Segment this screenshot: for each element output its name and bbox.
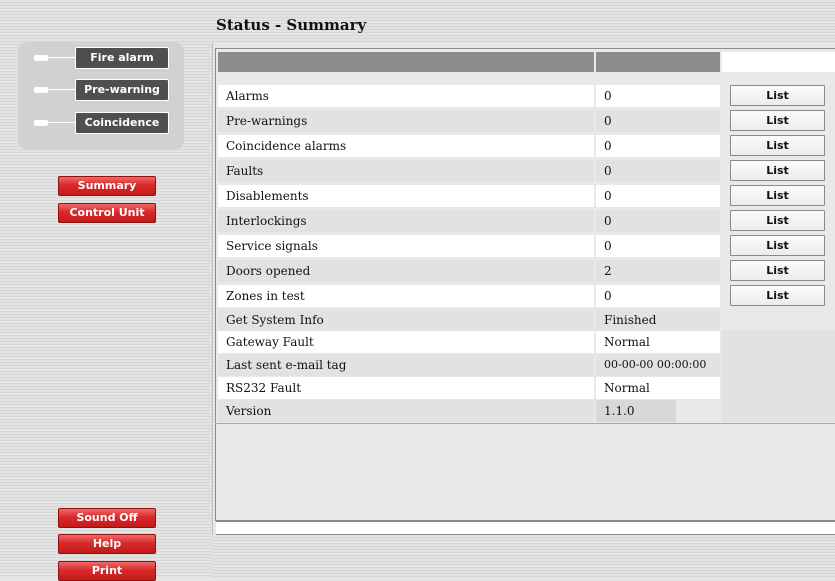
row-label: Zones in test [218,285,594,307]
status-footer-bar [216,521,835,535]
row-value: 0 [596,135,720,157]
row-label: Last sent e-mail tag [218,354,594,376]
row-label: RS232 Fault [218,377,594,399]
row-value: Normal [596,331,720,353]
pre-warning-label: Pre-warning [75,79,169,101]
table-row-faults: Faults 0 List [218,160,835,182]
fire-alarm-label: Fire alarm [75,47,169,69]
table-row-interlockings: Interlockings 0 List [218,210,835,232]
row-label: Get System Info [218,309,594,331]
table-row-last-sent-email-tag: Last sent e-mail tag 00-00-00 00:00:00 [218,354,835,376]
list-button-service-signals[interactable]: List [730,235,825,256]
row-value: Finished [596,309,720,331]
table-row-alarms: Alarms 0 List [218,85,835,107]
table-row-gateway-fault: Gateway Fault Normal [218,331,835,353]
row-value: Normal [596,377,720,399]
pre-warning-led [34,87,48,93]
row-label: Version [218,400,594,422]
list-button-disablements[interactable]: List [730,185,825,206]
fire-alarm-led [34,55,48,61]
summary-button[interactable]: Summary [58,176,156,196]
row-label: Pre-warnings [218,110,594,132]
row-value: 0 [596,210,720,232]
row-value: 0 [596,185,720,207]
row-label: Doors opened [218,260,594,282]
list-button-pre-warnings[interactable]: List [730,110,825,131]
table-row-get-system-info: Get System Info Finished [218,309,835,331]
row-label: Faults [218,160,594,182]
table-row-coincidence-alarms: Coincidence alarms 0 List [218,135,835,157]
row-value: 0 [596,85,720,107]
row-label: Coincidence alarms [218,135,594,157]
list-button-coincidence-alarms[interactable]: List [730,135,825,156]
row-label: Gateway Fault [218,331,594,353]
row-value: 0 [596,160,720,182]
help-button[interactable]: Help [58,534,156,554]
fire-alarm-indicator: Fire alarm [18,47,184,69]
coincidence-led [34,120,48,126]
table-header-label [218,52,594,72]
table-row-version: Version 1.1.0 [218,400,835,422]
table-header-action [722,52,835,72]
row-label: Interlockings [218,210,594,232]
coincidence-indicator: Coincidence [18,112,184,134]
coincidence-label: Coincidence [75,112,169,134]
pre-warning-indicator: Pre-warning [18,79,184,101]
list-button-doors-opened[interactable]: List [730,260,825,281]
row-value: 2 [596,260,720,282]
list-button-interlockings[interactable]: List [730,210,825,231]
row-value: 0 [596,110,720,132]
row-label: Service signals [218,235,594,257]
table-row-rs232-fault: RS232 Fault Normal [218,377,835,399]
table-row-pre-warnings: Pre-warnings 0 List [218,110,835,132]
table-row-disablements: Disablements 0 List [218,185,835,207]
row-value: 0 [596,285,720,307]
control-unit-button[interactable]: Control Unit [58,203,156,223]
list-button-zones-in-test[interactable]: List [730,285,825,306]
list-button-faults[interactable]: List [730,160,825,181]
print-button[interactable]: Print [58,561,156,581]
sidebar: Fire alarm Pre-warning Coincidence Summa… [0,0,212,581]
row-label: Disablements [218,185,594,207]
list-button-alarms[interactable]: List [730,85,825,106]
table-row-zones-in-test: Zones in test 0 List [218,285,835,307]
table-row-service-signals: Service signals 0 List [218,235,835,257]
row-value: 0 [596,235,720,257]
page-title: Status - Summary [216,16,367,34]
sound-off-button[interactable]: Sound Off [58,508,156,528]
table-header-value [596,52,720,72]
table-row-doors-opened: Doors opened 2 List [218,260,835,282]
row-label: Alarms [218,85,594,107]
row-value: 1.1.0 [596,400,676,422]
indicator-panel: Fire alarm Pre-warning Coincidence [18,42,184,150]
row-value: 00-00-00 00:00:00 [596,354,720,376]
